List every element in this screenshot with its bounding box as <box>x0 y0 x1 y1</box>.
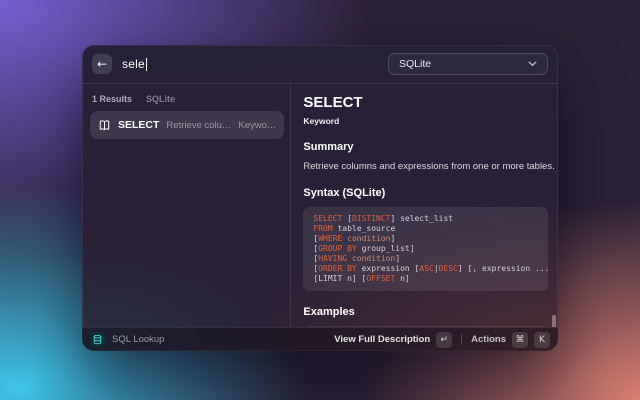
results-count: 1 Results <box>92 94 132 104</box>
return-key-badge[interactable]: ↵ <box>436 332 452 348</box>
actions-button[interactable]: Actions <box>471 334 506 345</box>
footer-divider <box>461 334 462 345</box>
detail-kind-label: Keyword <box>303 116 548 126</box>
result-title: SELECT <box>118 119 159 131</box>
book-icon <box>98 119 111 132</box>
launcher-window: ← sele SQLite 1 Results SQLite <box>82 45 558 351</box>
examples-heading: Examples <box>303 306 548 318</box>
detail-title: SELECT <box>303 94 548 111</box>
result-accessory: Keywo… <box>238 120 276 131</box>
syntax-code-block: SELECT [DISTINCT] select_listFROM table_… <box>303 207 548 291</box>
examples-code-block <box>303 326 548 327</box>
search-text: sele <box>122 57 145 71</box>
syntax-heading: Syntax (SQLite) <box>303 187 548 199</box>
database-icon <box>92 334 103 345</box>
desktop-background: ← sele SQLite 1 Results SQLite <box>0 0 640 400</box>
command-key-badge[interactable]: ⌘ <box>512 332 528 348</box>
app-icon <box>90 332 105 347</box>
footer-actions: View Full Description ↵ Actions ⌘ K <box>334 332 550 348</box>
dropdown-value: SQLite <box>399 58 431 70</box>
detail-panel: SELECT Keyword Summary Retrieve columns … <box>291 84 558 327</box>
search-input[interactable]: sele <box>122 57 388 71</box>
chevron-down-icon <box>528 61 537 67</box>
summary-heading: Summary <box>303 141 548 153</box>
k-key-badge[interactable]: K <box>534 332 550 348</box>
back-button[interactable]: ← <box>92 54 112 74</box>
result-item-select[interactable]: SELECT Retrieve colu… Keywo… <box>90 111 284 139</box>
results-section: SQLite <box>146 94 175 104</box>
back-arrow-icon: ← <box>97 58 107 70</box>
summary-text: Retrieve columns and expressions from on… <box>303 161 548 172</box>
search-header: ← sele SQLite <box>82 45 558 84</box>
scrollbar-thumb[interactable] <box>552 315 556 327</box>
text-caret <box>146 58 148 71</box>
results-header: 1 Results SQLite <box>90 92 284 104</box>
result-subtitle: Retrieve colu… <box>166 120 231 131</box>
results-panel: 1 Results SQLite SELECT Retrieve colu… K… <box>82 84 291 327</box>
app-name: SQL Lookup <box>112 334 164 345</box>
window-body: 1 Results SQLite SELECT Retrieve colu… K… <box>82 84 558 327</box>
view-full-description-button[interactable]: View Full Description <box>334 334 430 345</box>
action-bar: SQL Lookup View Full Description ↵ Actio… <box>82 327 558 351</box>
language-filter-dropdown[interactable]: SQLite <box>388 53 548 75</box>
